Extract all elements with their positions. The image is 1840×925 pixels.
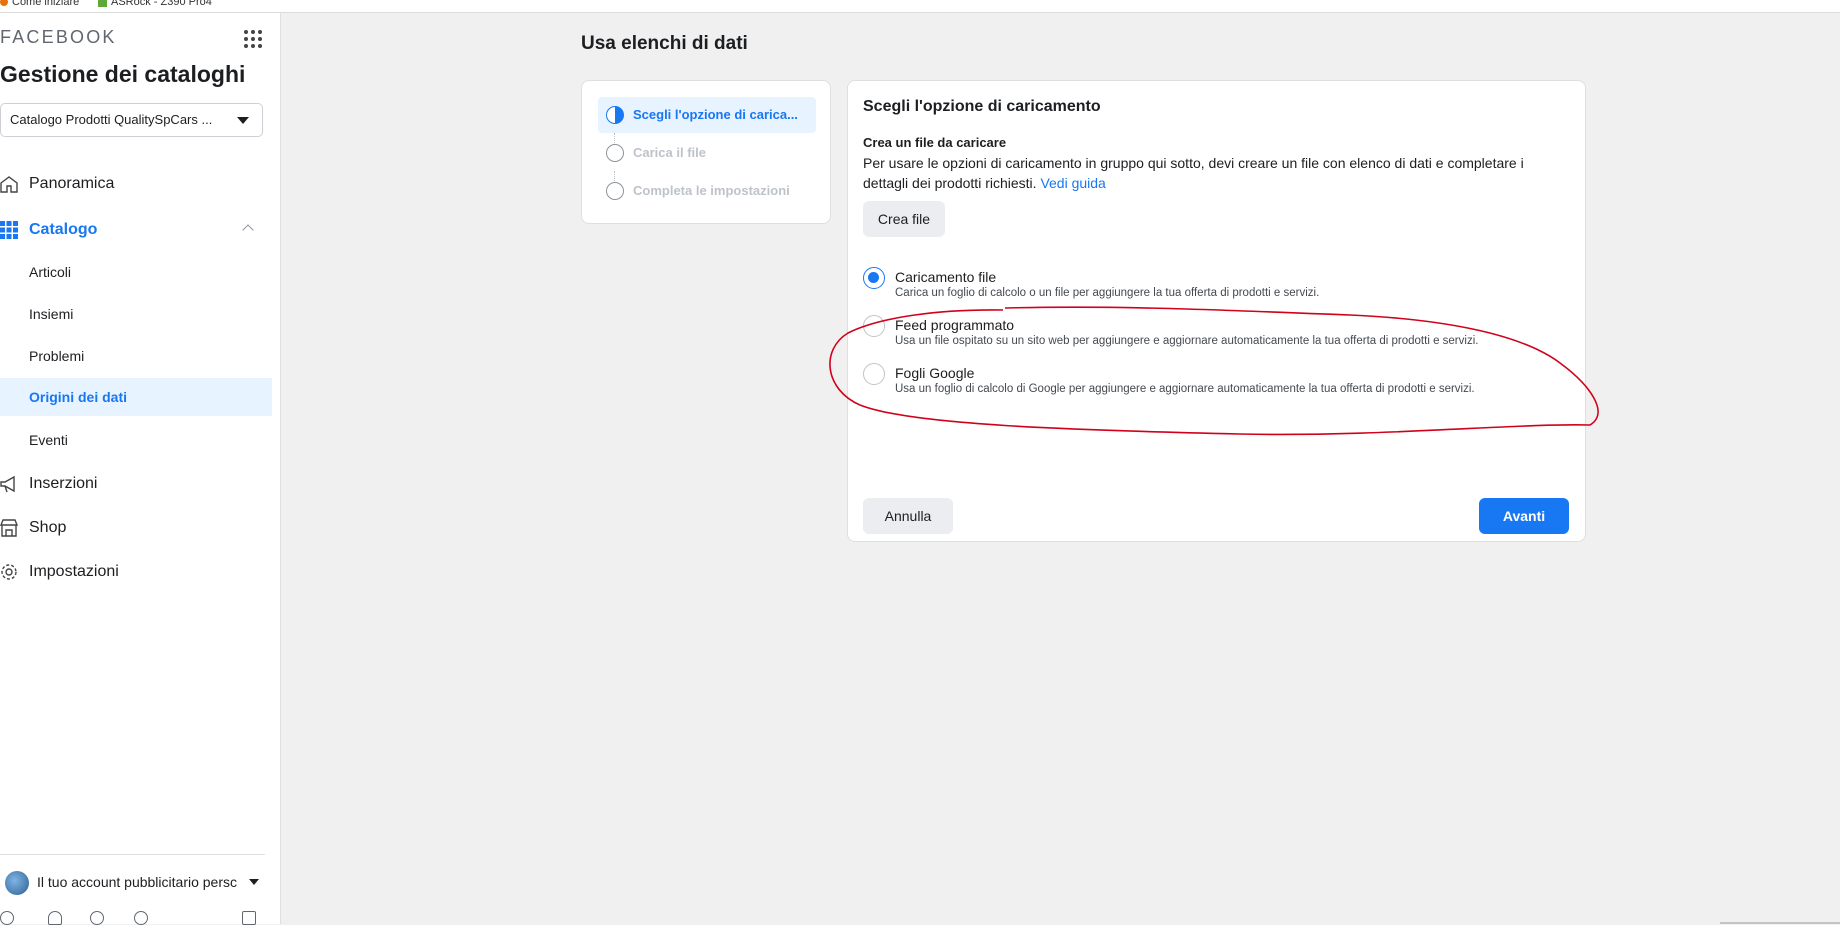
home-icon (0, 176, 18, 193)
grid-apps-icon[interactable] (244, 30, 262, 48)
radio-button[interactable] (863, 267, 885, 289)
nav-label: Articoli (29, 264, 72, 280)
nav-label: Impostazioni (29, 563, 119, 580)
crea-file-button[interactable]: Crea file (863, 201, 945, 237)
nav-label: Shop (29, 519, 67, 536)
bookmark-favicon-icon (98, 0, 107, 7)
nav-label: Panoramica (29, 175, 115, 192)
divider (0, 854, 265, 855)
annulla-button[interactable]: Annulla (863, 498, 953, 534)
ad-account-selector[interactable]: Il tuo account pubblicitario persc (0, 867, 265, 897)
ad-account-label: Il tuo account pubblicitario persc (37, 874, 237, 890)
gear-icon (1, 564, 17, 580)
sidebar-footer-icons (0, 911, 265, 925)
megaphone-icon (0, 475, 15, 493)
vedi-guida-link[interactable]: Vedi guida (1040, 175, 1105, 191)
circle-step-icon (606, 144, 624, 162)
sidebar-title: Gestione dei cataloghi (0, 61, 246, 87)
nav-item-inserzioni[interactable]: Inserzioni (0, 466, 272, 502)
sidebar-item-origini-dei-dati[interactable]: Origini dei dati (0, 378, 272, 416)
panel-icon[interactable] (242, 911, 256, 925)
page-title: Usa elenchi di dati (581, 33, 748, 54)
option-caricamento-file[interactable]: Caricamento file Carica un foglio di cal… (863, 265, 1563, 305)
nav-item-catalogo[interactable]: Catalogo (0, 212, 272, 248)
step-label: Scegli l'opzione di carica... (633, 107, 798, 122)
steps-card: Scegli l'opzione di carica... Carica il … (581, 80, 831, 224)
step-label: Carica il file (633, 145, 706, 160)
bookmark-item[interactable]: Come iniziare (0, 0, 79, 8)
option-title: Feed programmato (895, 317, 1015, 333)
option-description: Carica un foglio di calcolo o un file pe… (895, 287, 1320, 299)
section-heading: Crea un file da caricare (863, 135, 1007, 150)
settings-icon[interactable] (0, 911, 14, 925)
half-circle-step-icon (606, 106, 624, 124)
circle-step-icon (606, 182, 624, 200)
radio-button[interactable] (863, 363, 885, 385)
bookmark-item[interactable]: ASRock - Z390 Pro4 (98, 0, 212, 8)
option-title: Fogli Google (895, 365, 975, 381)
caret-down-icon (237, 117, 249, 124)
description-text: Per usare le opzioni di caricamento in g… (863, 155, 1524, 191)
sidebar-item-articoli[interactable]: Articoli (0, 254, 272, 290)
caret-down-icon (249, 879, 259, 885)
nav-label: Origini dei dati (29, 389, 128, 405)
radio-button[interactable] (863, 315, 885, 337)
avatar (5, 871, 29, 895)
card-title: Scegli l'opzione di caricamento (863, 98, 1101, 115)
catalog-selector-label: Catalogo Prodotti QualitySpCars ... (10, 112, 213, 127)
nav-item-panoramica[interactable]: Panoramica (0, 166, 272, 202)
nav-label: Problemi (29, 348, 85, 364)
option-description: Usa un file ospitato su un sito web per … (895, 335, 1479, 347)
shop-icon (0, 519, 18, 537)
nav-item-impostazioni[interactable]: Impostazioni (0, 554, 272, 590)
search-icon[interactable] (90, 911, 104, 925)
option-feed-programmato[interactable]: Feed programmato Usa un file ospitato su… (863, 313, 1563, 353)
chevron-up-icon[interactable] (242, 224, 254, 236)
help-icon[interactable] (134, 911, 148, 925)
step-label: Completa le impostazioni (633, 183, 790, 198)
nav-label: Eventi (29, 432, 68, 448)
bookmark-favicon-icon (0, 0, 8, 7)
upload-options-card: Scegli l'opzione di caricamento Crea un … (847, 80, 1586, 542)
avanti-button[interactable]: Avanti (1479, 498, 1569, 534)
sidebar-item-insiemi[interactable]: Insiemi (0, 296, 272, 332)
bell-icon[interactable] (48, 911, 62, 925)
sidebar-item-eventi[interactable]: Eventi (0, 422, 272, 458)
nav-item-shop[interactable]: Shop (0, 510, 272, 546)
nav-label: Insiemi (29, 306, 74, 322)
step-upload-file: Carica il file (598, 135, 816, 171)
option-title: Caricamento file (895, 269, 997, 285)
catalog-selector[interactable]: Catalogo Prodotti QualitySpCars ... (0, 103, 263, 137)
option-fogli-google[interactable]: Fogli Google Usa un foglio di calcolo di… (863, 361, 1563, 401)
nav-label: Catalogo (29, 221, 98, 238)
step-complete-settings: Completa le impostazioni (598, 173, 816, 209)
sidebar-item-problemi[interactable]: Problemi (0, 338, 272, 374)
sidebar: FACEBOOK Gestione dei cataloghi Catalogo… (0, 13, 281, 925)
step-choose-option[interactable]: Scegli l'opzione di carica... (598, 97, 816, 133)
catalog-grid-icon (0, 221, 18, 239)
option-description: Usa un foglio di calcolo di Google per a… (895, 383, 1475, 395)
nav-label: Inserzioni (29, 475, 98, 492)
facebook-logo[interactable]: FACEBOOK (0, 27, 117, 48)
bookmarks-bar: Come iniziare ASRock - Z390 Pro4 (0, 0, 1840, 13)
section-description: Per usare le opzioni di caricamento in g… (863, 153, 1543, 193)
